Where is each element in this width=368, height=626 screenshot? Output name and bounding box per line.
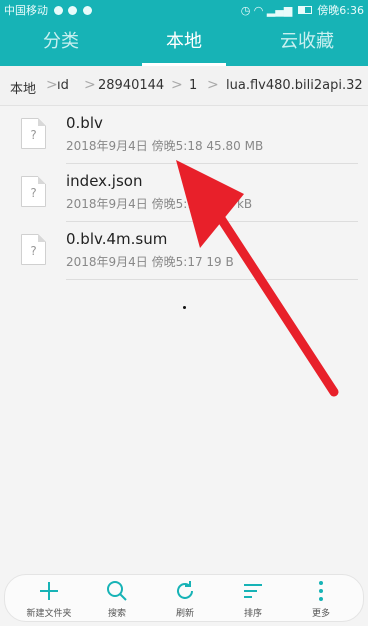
- file-date: 2018年9月4日: [66, 255, 148, 269]
- sort-icon: [244, 584, 262, 598]
- more-button[interactable]: 更多: [285, 579, 357, 619]
- battery-icon: [297, 6, 312, 14]
- breadcrumb-item[interactable]: 1: [189, 78, 197, 93]
- wifi-icon: ◠: [253, 4, 264, 17]
- carrier-label: 中国移动: [4, 4, 48, 17]
- tab-bar: 分类 本地 云收藏: [0, 18, 368, 66]
- app-notification-icon: [53, 6, 63, 15]
- signal-icon: ▂▄▆: [266, 4, 293, 17]
- breadcrumb-item[interactable]: 28940144: [98, 78, 164, 93]
- bottom-toolbar: 新建文件夹 搜索 刷新 排序 更多: [4, 574, 364, 622]
- more-label: 更多: [311, 609, 330, 619]
- chevron-right-icon: >: [207, 77, 219, 93]
- refresh-icon: [177, 581, 193, 599]
- breadcrumb-item[interactable]: ıd: [57, 78, 69, 93]
- search-label: 搜索: [107, 609, 126, 619]
- breadcrumb-item-current[interactable]: lua.flv480.bili2api.32: [226, 78, 363, 93]
- unknown-file-icon: ?: [21, 118, 46, 149]
- sort-button[interactable]: 排序: [217, 579, 289, 619]
- alarm-icon: ◷: [240, 4, 251, 17]
- file-size: 45.80 MB: [206, 139, 264, 153]
- image-notification-icon: [82, 6, 92, 15]
- tab-local[interactable]: 本地: [123, 18, 245, 66]
- file-list: ? 0.blv 2018年9月4日 傍晚5:18 45.80 MB ? inde…: [0, 106, 368, 280]
- refresh-button[interactable]: 刷新: [149, 579, 221, 619]
- file-meta: 2018年9月4日 傍晚5:18 45.80 MB: [66, 137, 263, 154]
- file-time: 傍晚5:18: [151, 197, 203, 211]
- new-folder-label: 新建文件夹: [26, 609, 72, 619]
- tab-cloud-favorites[interactable]: 云收藏: [246, 18, 368, 66]
- file-size: 19 B: [206, 255, 234, 269]
- list-item[interactable]: ? 0.blv.4m.sum 2018年9月4日 傍晚5:17 19 B: [0, 222, 368, 280]
- divider: [66, 279, 358, 280]
- refresh-label: 刷新: [175, 609, 194, 619]
- tab-category[interactable]: 分类: [0, 18, 122, 66]
- stray-dot: [183, 306, 186, 309]
- chat-notification-icon: [68, 6, 77, 15]
- file-date: 2018年9月4日: [66, 139, 148, 153]
- sort-label: 排序: [243, 609, 262, 619]
- new-folder-button[interactable]: 新建文件夹: [13, 579, 85, 619]
- unknown-file-icon: ?: [21, 176, 46, 207]
- breadcrumb-item-root[interactable]: 本地: [10, 78, 36, 97]
- status-time: 傍晚6:36: [317, 4, 364, 17]
- list-item[interactable]: ? index.json 2018年9月4日 傍晚5:18 1.85 kB: [0, 164, 368, 222]
- plus-icon: [40, 582, 58, 600]
- file-size: 1.85 kB: [206, 197, 253, 211]
- file-time: 傍晚5:17: [151, 255, 203, 269]
- file-name: 0.blv.4m.sum: [66, 230, 168, 248]
- file-name: 0.blv: [66, 114, 103, 132]
- chevron-right-icon: >: [84, 77, 96, 93]
- more-vertical-icon: [319, 581, 323, 601]
- chevron-right-icon: >: [46, 77, 58, 93]
- file-date: 2018年9月4日: [66, 197, 148, 211]
- status-left: 中国移动: [4, 2, 92, 18]
- breadcrumb: 本地 > ıd > 28940144 > 1 > lua.flv480.bili…: [0, 66, 368, 106]
- status-bar: 中国移动 ◷ ◠ ▂▄▆ 傍晚6:36: [0, 0, 368, 18]
- file-name: index.json: [66, 172, 143, 190]
- file-time: 傍晚5:18: [151, 139, 203, 153]
- search-button[interactable]: 搜索: [81, 579, 153, 619]
- chevron-right-icon: >: [171, 77, 183, 93]
- file-meta: 2018年9月4日 傍晚5:18 1.85 kB: [66, 195, 252, 212]
- unknown-file-icon: ?: [21, 234, 46, 265]
- status-right: ◷ ◠ ▂▄▆ 傍晚6:36: [241, 2, 364, 18]
- file-meta: 2018年9月4日 傍晚5:17 19 B: [66, 253, 234, 270]
- list-item[interactable]: ? 0.blv 2018年9月4日 傍晚5:18 45.80 MB: [0, 106, 368, 164]
- search-icon: [107, 581, 127, 601]
